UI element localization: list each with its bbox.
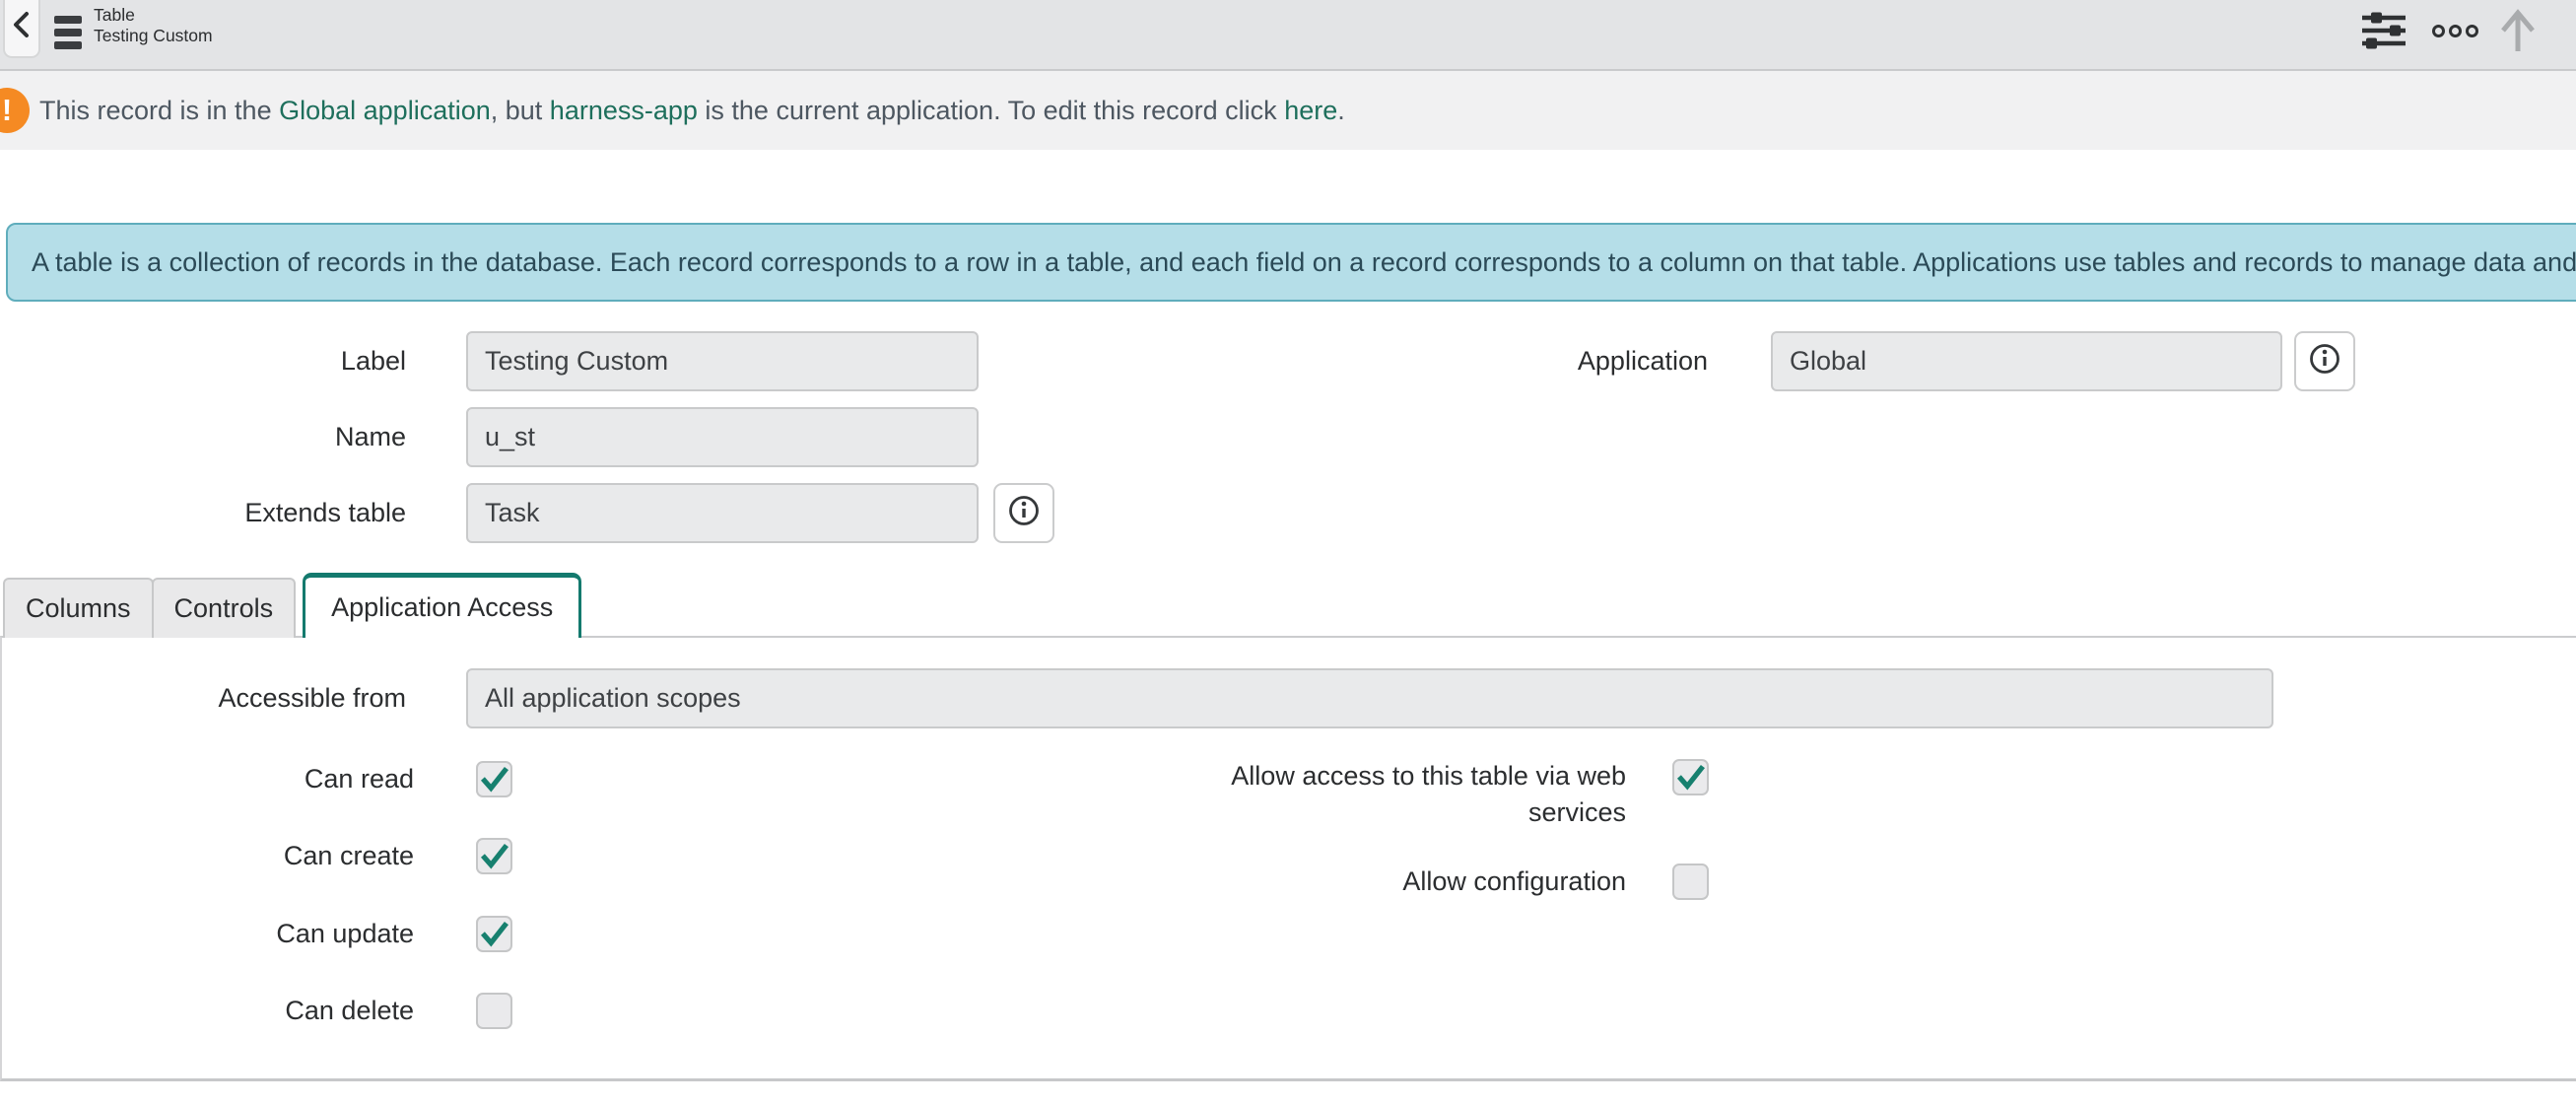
- application-field-input[interactable]: [1771, 331, 2282, 391]
- extends-table-info-button[interactable]: [993, 483, 1054, 543]
- more-options-icon[interactable]: [2432, 25, 2478, 37]
- can-update-label: Can update: [0, 916, 414, 952]
- tab-application-access[interactable]: Application Access: [303, 573, 581, 638]
- checkmark-icon: [1675, 762, 1707, 794]
- allow-web-services-checkbox[interactable]: [1672, 759, 1709, 795]
- back-button[interactable]: [3, 0, 40, 58]
- allow-web-services-label: Allow access to this table via web servi…: [1168, 758, 1626, 831]
- info-icon: [1005, 492, 1043, 534]
- header-bar: Table Testing Custom: [0, 0, 2576, 71]
- name-field-label: Name: [0, 407, 406, 467]
- can-read-label: Can read: [0, 761, 414, 797]
- checkmark-icon: [479, 764, 510, 795]
- info-icon: [2306, 340, 2343, 382]
- allow-configuration-label: Allow configuration: [1187, 864, 1626, 900]
- page-title: Table Testing Custom: [94, 5, 213, 46]
- tab-controls[interactable]: Controls: [152, 578, 297, 638]
- record-name-label: Testing Custom: [94, 26, 213, 46]
- application-field-label: Application: [1400, 331, 1708, 391]
- accessible-from-value: All application scopes: [485, 683, 741, 714]
- harness-app-link[interactable]: harness-app: [550, 96, 698, 125]
- application-info-button[interactable]: [2294, 331, 2355, 391]
- can-read-checkbox[interactable]: [476, 761, 512, 797]
- extends-table-field-input[interactable]: [466, 483, 979, 543]
- scroll-to-top-arrow-icon[interactable]: [2499, 9, 2537, 59]
- edit-here-link[interactable]: here: [1284, 96, 1337, 125]
- banner-text: A table is a collection of records in th…: [32, 247, 2576, 278]
- name-field-input[interactable]: [466, 407, 979, 467]
- can-update-checkbox[interactable]: [476, 916, 512, 952]
- record-scope-notice: ! This record is in the Global applicati…: [0, 71, 2576, 150]
- label-field-input[interactable]: [466, 331, 979, 391]
- personalize-form-sliders-icon[interactable]: [2361, 11, 2407, 55]
- form-tabs: Columns Controls Application Access: [3, 573, 581, 638]
- chevron-left-icon: [9, 10, 34, 44]
- alert-exclamation-icon: !: [0, 88, 30, 133]
- label-field-label: Label: [0, 331, 406, 391]
- accessible-from-select[interactable]: All application scopes: [466, 668, 2273, 728]
- can-delete-label: Can delete: [0, 993, 414, 1029]
- can-create-checkbox[interactable]: [476, 838, 512, 874]
- table-info-banner: A table is a collection of records in th…: [6, 223, 2576, 302]
- notice-text: This record is in the Global application…: [39, 96, 1345, 126]
- extends-table-field-label: Extends table: [0, 483, 406, 543]
- can-create-label: Can create: [0, 838, 414, 874]
- can-delete-checkbox[interactable]: [476, 993, 512, 1029]
- global-application-link[interactable]: Global application: [279, 96, 491, 125]
- record-type-label: Table: [94, 5, 213, 26]
- accessible-from-label: Accessible from: [0, 668, 406, 728]
- allow-configuration-checkbox[interactable]: [1672, 864, 1709, 900]
- hamburger-menu-icon[interactable]: [54, 16, 82, 49]
- checkmark-icon: [479, 841, 510, 872]
- checkmark-icon: [479, 919, 510, 950]
- tab-columns[interactable]: Columns: [3, 578, 154, 638]
